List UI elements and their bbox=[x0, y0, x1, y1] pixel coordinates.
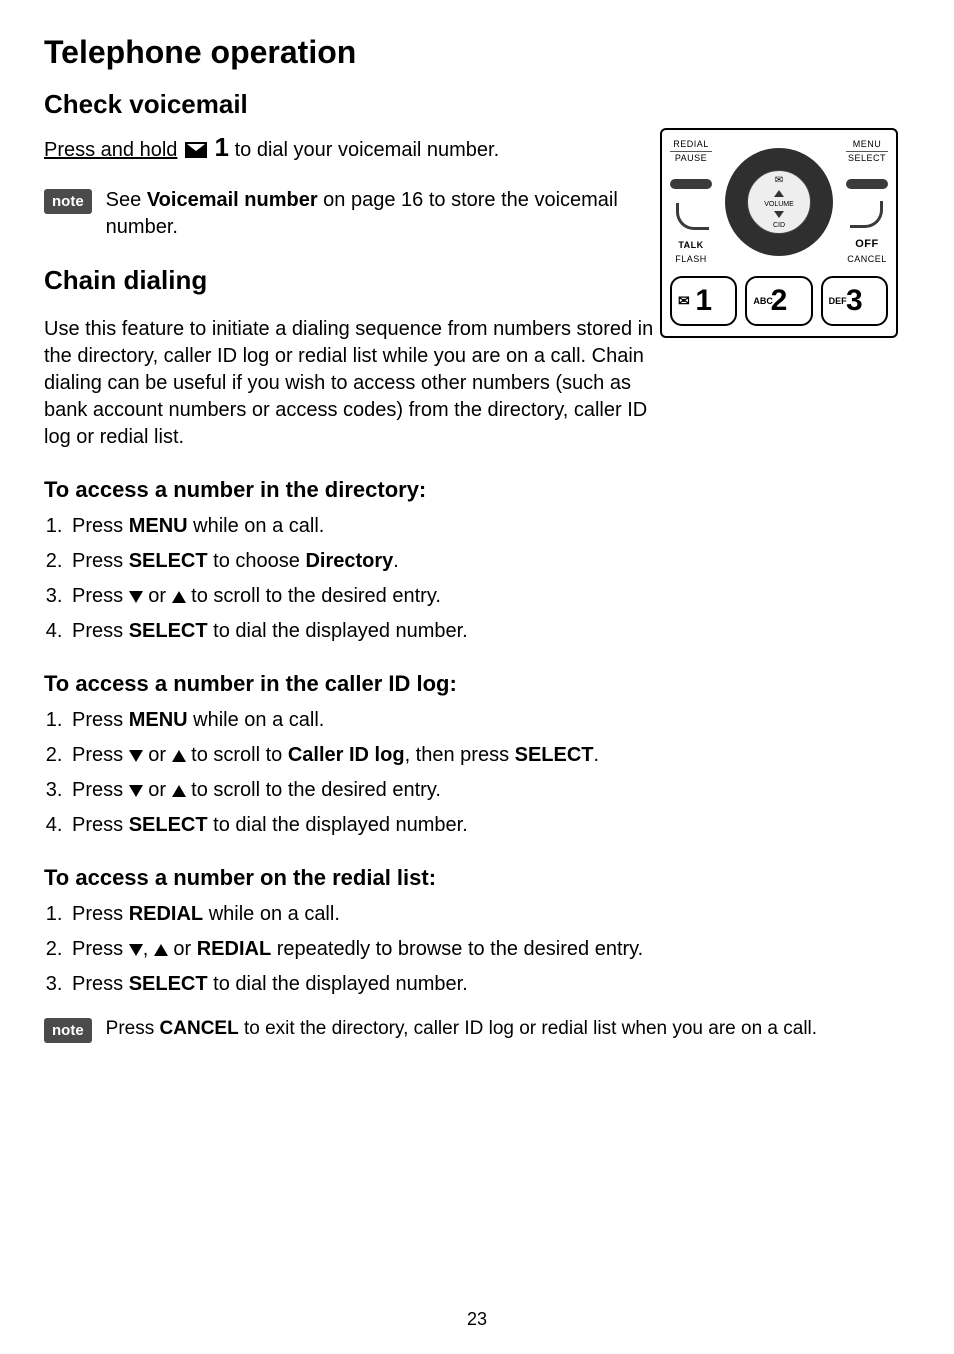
mail-icon: ✉ bbox=[678, 293, 690, 310]
step-item: Press or to scroll to the desired entry. bbox=[68, 777, 910, 804]
mail-icon bbox=[185, 142, 207, 158]
down-arrow-icon bbox=[774, 211, 784, 218]
down-arrow-icon bbox=[129, 944, 143, 956]
subhead-redial: To access a number on the redial list: bbox=[44, 865, 910, 891]
key-label: 1 bbox=[695, 286, 712, 316]
up-arrow-icon bbox=[154, 944, 168, 956]
phone-label-volume: VOLUME bbox=[764, 201, 794, 208]
phone-divider bbox=[676, 203, 709, 230]
up-arrow-icon bbox=[172, 785, 186, 797]
subhead-cid: To access a number in the caller ID log: bbox=[44, 671, 910, 697]
page-title: Telephone operation bbox=[44, 34, 910, 71]
step-item: Press SELECT to dial the displayed numbe… bbox=[68, 971, 910, 998]
steps-directory: Press MENU while on a call. Press SELECT… bbox=[44, 513, 910, 645]
phone-label-cid: CID bbox=[773, 222, 785, 229]
step-item: Press SELECT to dial the displayed numbe… bbox=[68, 812, 910, 839]
voicemail-note: See Voicemail number on page 16 to store… bbox=[106, 187, 626, 241]
key-letters: ABC bbox=[753, 296, 773, 306]
section-check-voicemail: Check voicemail bbox=[44, 89, 910, 120]
subhead-directory: To access a number in the directory: bbox=[44, 477, 910, 503]
down-arrow-icon bbox=[129, 750, 143, 762]
step-item: Press or to scroll to Caller ID log, the… bbox=[68, 742, 910, 769]
phone-softkey-left bbox=[670, 179, 712, 189]
up-arrow-icon bbox=[774, 190, 784, 197]
steps-cid: Press MENU while on a call. Press or to … bbox=[44, 707, 910, 839]
key-digit-1: 1 bbox=[215, 132, 229, 162]
key-label: 3 bbox=[846, 286, 863, 316]
mail-icon: ✉ bbox=[775, 175, 783, 186]
to-dial-text: to dial your voicemail number. bbox=[235, 139, 500, 161]
phone-label-select: SELECT bbox=[846, 151, 888, 165]
step-item: Press SELECT to choose Directory. bbox=[68, 548, 910, 575]
phone-right-column: MENU SELECT OFF CANCEL bbox=[846, 138, 888, 266]
step-item: Press or to scroll to the desired entry. bbox=[68, 583, 910, 610]
step-item: Press MENU while on a call. bbox=[68, 513, 910, 540]
step-item: Press SELECT to dial the displayed numbe… bbox=[68, 618, 910, 645]
down-arrow-icon bbox=[129, 785, 143, 797]
phone-nav-center: ✉ VOLUME CID bbox=[747, 170, 811, 234]
press-hold-text: Press and hold bbox=[44, 139, 177, 161]
phone-label-flash: FLASH bbox=[670, 253, 712, 266]
chain-dialing-body: Use this feature to initiate a dialing s… bbox=[44, 316, 664, 451]
step-item: Press REDIAL while on a call. bbox=[68, 901, 910, 928]
steps-redial: Press REDIAL while on a call. Press , or… bbox=[44, 901, 910, 998]
phone-key-1: ✉ 1 bbox=[670, 276, 737, 326]
phone-left-column: REDIAL PAUSE TALK FLASH bbox=[670, 138, 712, 266]
step-item: Press , or REDIAL repeatedly to browse t… bbox=[68, 936, 910, 963]
phone-label-off: OFF bbox=[846, 237, 888, 253]
phone-label-cancel: CANCEL bbox=[846, 253, 888, 266]
phone-key-3: DEF 3 bbox=[821, 276, 888, 326]
phone-label-menu: MENU bbox=[846, 138, 888, 151]
page-number: 23 bbox=[0, 1309, 954, 1330]
phone-illustration: REDIAL PAUSE TALK FLASH ✉ VOLUME bbox=[660, 128, 898, 338]
footnote-text: Press CANCEL to exit the directory, call… bbox=[106, 1016, 817, 1042]
phone-label-pause: PAUSE bbox=[670, 151, 712, 165]
phone-label-redial: REDIAL bbox=[670, 138, 712, 151]
phone-key-2: ABC 2 bbox=[745, 276, 812, 326]
up-arrow-icon bbox=[172, 591, 186, 603]
phone-divider bbox=[850, 201, 883, 228]
phone-label-talk: TALK bbox=[670, 239, 712, 252]
down-arrow-icon bbox=[129, 591, 143, 603]
note-badge: note bbox=[44, 1018, 92, 1043]
phone-softkey-right bbox=[846, 179, 888, 189]
note-badge: note bbox=[44, 189, 92, 214]
key-letters: DEF bbox=[829, 296, 847, 306]
step-item: Press MENU while on a call. bbox=[68, 707, 910, 734]
up-arrow-icon bbox=[172, 750, 186, 762]
phone-nav-ring: ✉ VOLUME CID bbox=[725, 148, 833, 256]
